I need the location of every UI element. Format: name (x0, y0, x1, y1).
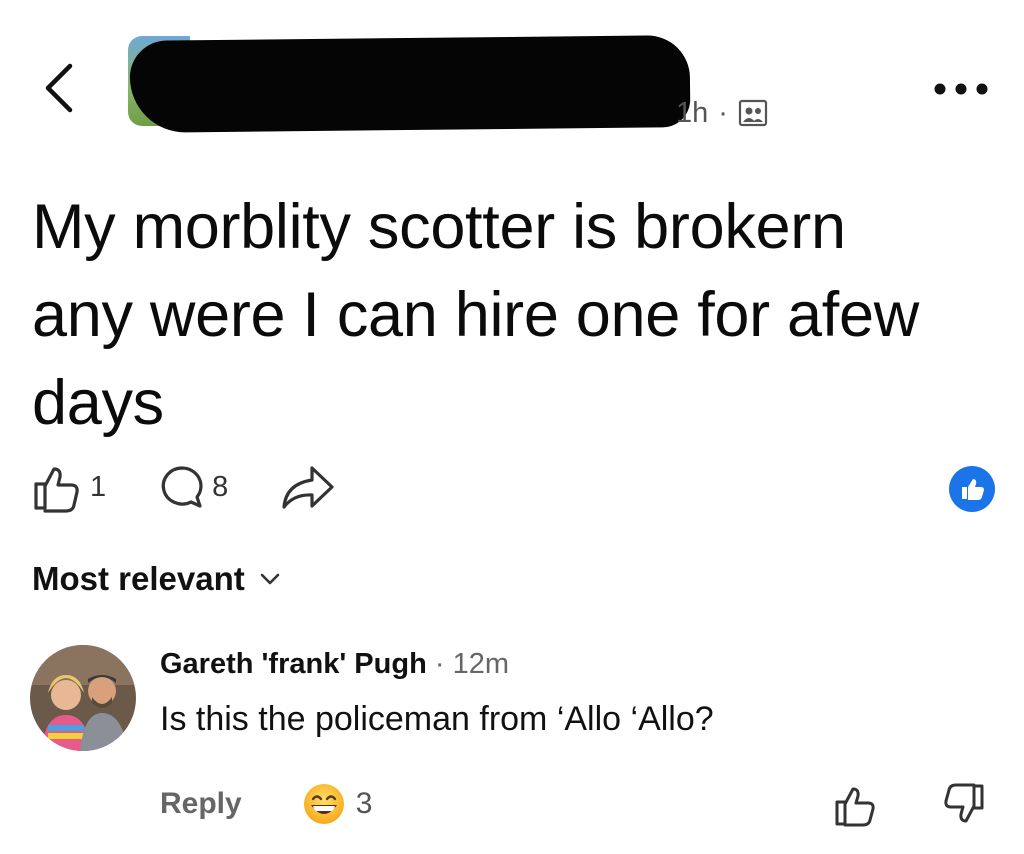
more-icon (934, 83, 988, 95)
comment-count: 8 (212, 470, 229, 503)
share-button[interactable] (280, 462, 336, 512)
grinning-emoji-icon (303, 784, 344, 824)
reply-button[interactable]: Reply (160, 787, 242, 821)
comment-header: Gareth 'frank' Pugh · 12m (160, 648, 509, 681)
comment-button[interactable]: 8 (158, 463, 228, 511)
comment-dislike-button[interactable] (938, 782, 986, 833)
comment-like-button[interactable] (833, 782, 881, 833)
thumbs-up-icon (34, 467, 79, 513)
post-actions: 1 8 (30, 455, 336, 519)
comment-text: Is this the policeman from ‘Allo ‘Allo? (160, 700, 714, 738)
chevron-down-icon (260, 573, 280, 585)
share-icon (282, 466, 334, 509)
comment-author[interactable]: Gareth 'frank' Pugh (160, 648, 427, 681)
meta-separator: · (718, 96, 728, 129)
comment-time: 12m (452, 648, 509, 680)
comment-reactions[interactable]: 3 (302, 782, 373, 826)
commenter-avatar[interactable] (30, 645, 136, 751)
post-text: My morblity scotter is brokern any were … (32, 192, 919, 438)
thumbs-down-icon (944, 783, 984, 823)
like-button[interactable]: 1 (30, 460, 106, 514)
comment-separator: · (426, 648, 453, 680)
back-chevron-icon (45, 63, 73, 113)
thumbs-up-icon (835, 787, 875, 827)
redacted-group-name (129, 35, 691, 133)
group-icon (738, 99, 768, 127)
post-time: 1h (676, 96, 709, 129)
profile-photo (30, 645, 136, 751)
post-meta: 1h · (676, 95, 768, 131)
like-badge-icon (962, 479, 984, 500)
like-reaction-badge[interactable] (949, 466, 995, 512)
sort-label: Most relevant (32, 560, 245, 597)
back-button[interactable] (36, 58, 86, 114)
comment-icon (161, 466, 203, 508)
comment-actions: Reply 3 (160, 780, 372, 828)
like-count: 1 (90, 470, 107, 503)
reaction-count: 3 (355, 787, 373, 820)
more-options-button[interactable] (930, 74, 992, 104)
sort-dropdown[interactable]: Most relevant (32, 558, 281, 600)
